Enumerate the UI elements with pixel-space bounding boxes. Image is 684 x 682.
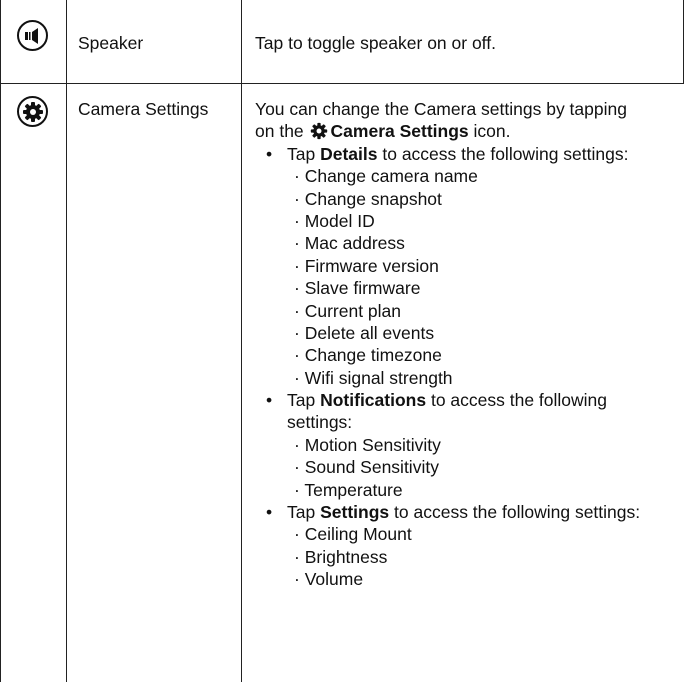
table-border-left	[0, 0, 1, 682]
intro-line-2: on the Camera Settings icon.	[255, 120, 675, 142]
list-item: · Firmware version	[294, 255, 439, 276]
notifications-bullet-cont: settings:	[287, 412, 353, 433]
list-item: · Motion Sensitivity	[294, 434, 441, 455]
list-item: · Current plan	[294, 300, 402, 321]
list-item: · Change timezone	[294, 345, 442, 366]
table-column-divider-1	[66, 0, 67, 682]
list-item: · Ceiling Mount	[294, 524, 412, 545]
speaker-label: Speaker	[78, 33, 144, 53]
table-column-divider-2	[241, 0, 242, 682]
list-item: · Volume	[294, 569, 364, 590]
list-item: · Change snapshot	[294, 188, 442, 209]
intro-line: You can change the Camera settings by ta…	[255, 99, 627, 119]
list-item: · Model ID	[294, 210, 375, 231]
table-row-divider	[0, 83, 684, 84]
list-item: · Delete all events	[294, 322, 435, 343]
speaker-icon	[17, 20, 48, 51]
camera-settings-label: Camera Settings	[78, 99, 209, 119]
speaker-description: Tap to toggle speaker on or off.	[255, 33, 496, 53]
list-item: · Change camera name	[294, 166, 478, 187]
notifications-bullet: • Tap Notifications to access the followi…	[266, 390, 608, 411]
list-item: · Sound Sensitivity	[294, 457, 439, 478]
settings-bullet: • Tap Settings to access the following se…	[266, 502, 641, 523]
list-item: · Slave firmware	[294, 278, 421, 299]
camera-settings-description: You can change the Camera settings by ta…	[255, 98, 675, 591]
gear-icon	[17, 96, 48, 127]
list-item: · Temperature	[294, 479, 403, 500]
details-bullet: • Tap Details to access the following set…	[266, 143, 629, 164]
list-item: · Brightness	[294, 546, 388, 567]
list-item: · Mac address	[294, 233, 405, 254]
list-item: · Wifi signal strength	[294, 367, 453, 388]
